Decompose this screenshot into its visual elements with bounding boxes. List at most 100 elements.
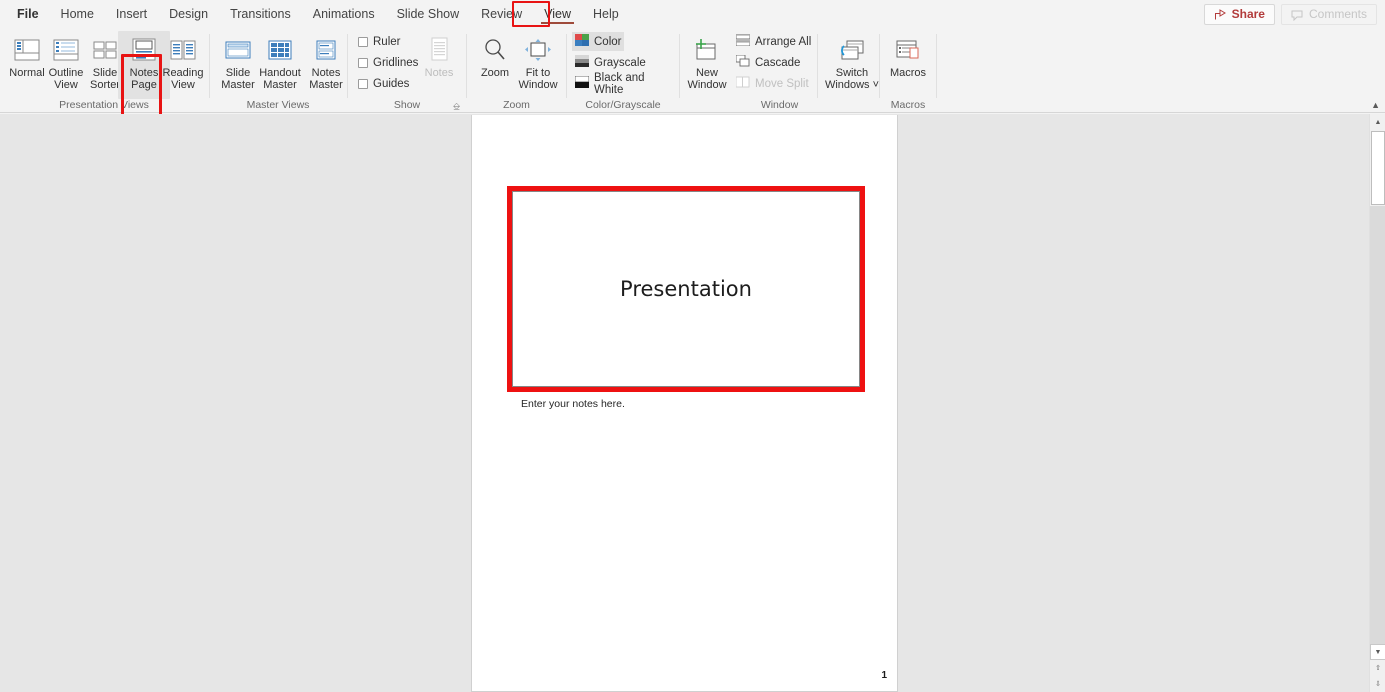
reading-view-button[interactable]: Reading View <box>157 31 209 99</box>
slide-thumbnail-placeholder[interactable]: Presentation <box>512 191 860 387</box>
arrange-all-row[interactable]: Arrange All <box>733 32 814 51</box>
arrange-all-icon <box>736 34 750 49</box>
macros-button[interactable]: Macros <box>882 31 934 99</box>
handout-master-icon <box>267 34 293 66</box>
group-divider-3 <box>466 34 467 98</box>
ribbon-group-window: New Window Arrange All Cascade <box>681 28 878 113</box>
comments-label: Comments <box>1309 5 1367 24</box>
ruler-checkbox-row[interactable]: Ruler <box>355 32 403 51</box>
group-divider-4 <box>566 34 567 98</box>
ribbon-group-presentation-views: Normal Outline View <box>0 28 208 113</box>
new-window-label: New Window <box>687 68 726 91</box>
share-button[interactable]: Share <box>1204 4 1275 25</box>
slide-master-label: Slide Master <box>221 68 255 91</box>
group-label-window: Window <box>681 99 878 111</box>
notes-pane-icon <box>428 34 450 66</box>
gridlines-label: Gridlines <box>373 57 418 69</box>
cascade-label: Cascade <box>755 57 800 69</box>
tab-home[interactable]: Home <box>50 0 105 28</box>
notes-master-icon <box>314 34 338 66</box>
move-split-label: Move Split <box>755 78 809 90</box>
guides-label: Guides <box>373 78 409 90</box>
ribbon-group-master-views: Slide Master Handout Master <box>211 28 345 113</box>
tab-transitions[interactable]: Transitions <box>219 0 302 28</box>
ribbon-group-color-grayscale: Color Grayscale Black and White Color/Gr… <box>568 28 678 113</box>
gridlines-checkbox-row[interactable]: Gridlines <box>355 53 421 72</box>
scroll-up-icon: ▲ <box>1375 119 1382 126</box>
bw-swatch-icon <box>575 76 589 91</box>
guides-checkbox[interactable] <box>358 79 368 89</box>
ribbon-tab-bar: File Home Insert Design Transitions Anim… <box>0 0 1385 28</box>
zoom-label: Zoom <box>481 68 509 80</box>
notes-master-button[interactable]: Notes Master <box>300 31 352 99</box>
grayscale-option-row[interactable]: Grayscale <box>572 53 649 72</box>
fit-to-window-button[interactable]: Fit to Window <box>512 31 564 99</box>
window-inner-divider <box>817 34 818 98</box>
scroll-up-button[interactable]: ▲ <box>1370 114 1385 130</box>
tab-animations[interactable]: Animations <box>302 0 386 28</box>
group-divider-1 <box>209 34 210 98</box>
new-window-button[interactable]: New Window <box>681 31 733 99</box>
show-dialog-launcher[interactable]: ⎒ <box>453 101 463 111</box>
notes-master-label: Notes Master <box>309 68 343 91</box>
ruler-label: Ruler <box>373 36 400 48</box>
comments-button[interactable]: Comments <box>1281 4 1377 25</box>
tab-file[interactable]: File <box>6 0 50 28</box>
tab-help[interactable]: Help <box>582 0 630 28</box>
grayscale-label: Grayscale <box>594 57 646 69</box>
ruler-checkbox[interactable] <box>358 37 368 47</box>
notes-placeholder-text[interactable]: Enter your notes here. <box>521 398 625 410</box>
tab-slide-show[interactable]: Slide Show <box>386 0 471 28</box>
notes-pane-button[interactable]: Notes <box>413 31 465 99</box>
previous-slide-button[interactable]: ⇧ <box>1370 660 1385 676</box>
move-split-icon <box>736 76 750 91</box>
next-slide-button[interactable]: ⇩ <box>1370 676 1385 692</box>
cascade-icon <box>736 55 750 70</box>
notes-page-icon <box>131 34 157 66</box>
notes-page-canvas[interactable]: Presentation Enter your notes here. 1 <box>0 114 1369 692</box>
fit-to-window-icon <box>524 34 552 66</box>
group-label-macros: Macros <box>881 99 935 111</box>
reading-view-label: Reading View <box>163 68 204 91</box>
ribbon-group-show: Ruler Gridlines Guides Notes Show ⎒ <box>349 28 465 113</box>
grayscale-swatch-icon <box>575 55 589 70</box>
share-icon <box>1214 8 1227 20</box>
color-option-row[interactable]: Color <box>572 32 624 51</box>
group-divider-6 <box>879 34 880 98</box>
scrollbar-track[interactable] <box>1370 206 1385 644</box>
group-label-color-grayscale: Color/Grayscale <box>568 99 678 111</box>
tab-review[interactable]: Review <box>470 0 533 28</box>
collapse-ribbon-icon[interactable]: ▲ <box>1371 100 1380 110</box>
handout-master-button[interactable]: Handout Master <box>254 31 306 99</box>
scroll-down-icon: ▼ <box>1375 649 1382 656</box>
tab-insert[interactable]: Insert <box>105 0 158 28</box>
outline-view-icon <box>53 34 79 66</box>
group-label-zoom: Zoom <box>468 99 565 111</box>
notes-page-label: Notes Page <box>130 68 159 91</box>
cascade-row[interactable]: Cascade <box>733 53 803 72</box>
share-label: Share <box>1232 5 1265 24</box>
scrollbar-thumb[interactable] <box>1371 131 1385 205</box>
magnifier-icon <box>483 34 507 66</box>
switch-windows-button[interactable]: Switch Windows ˅ <box>821 31 883 99</box>
color-label: Color <box>594 36 621 48</box>
new-window-icon <box>693 34 721 66</box>
group-label-presentation-views: Presentation Views <box>0 99 208 111</box>
group-divider-7 <box>936 34 937 98</box>
tab-view[interactable]: View <box>533 0 582 28</box>
black-and-white-option-row[interactable]: Black and White <box>572 74 678 93</box>
group-divider-5 <box>679 34 680 98</box>
gridlines-checkbox[interactable] <box>358 58 368 68</box>
page-number: 1 <box>881 670 887 681</box>
scroll-down-button[interactable]: ▼ <box>1370 644 1385 660</box>
slide-sorter-label: Slide Sorter <box>90 68 120 91</box>
ribbon-group-zoom: Zoom Fit to Window Zoom <box>468 28 565 113</box>
slide-title-text: Presentation <box>620 277 752 301</box>
ribbon-group-macros: Macros Macros <box>881 28 935 113</box>
guides-checkbox-row[interactable]: Guides <box>355 74 412 93</box>
move-split-row[interactable]: Move Split <box>733 74 812 93</box>
annotation-box-slide-thumbnail: Presentation <box>507 186 865 392</box>
tab-design[interactable]: Design <box>158 0 219 28</box>
vertical-scrollbar[interactable]: ▲ ▼ ⇧ ⇩ <box>1369 114 1385 692</box>
notes-page-sheet[interactable]: Presentation Enter your notes here. 1 <box>471 115 898 692</box>
